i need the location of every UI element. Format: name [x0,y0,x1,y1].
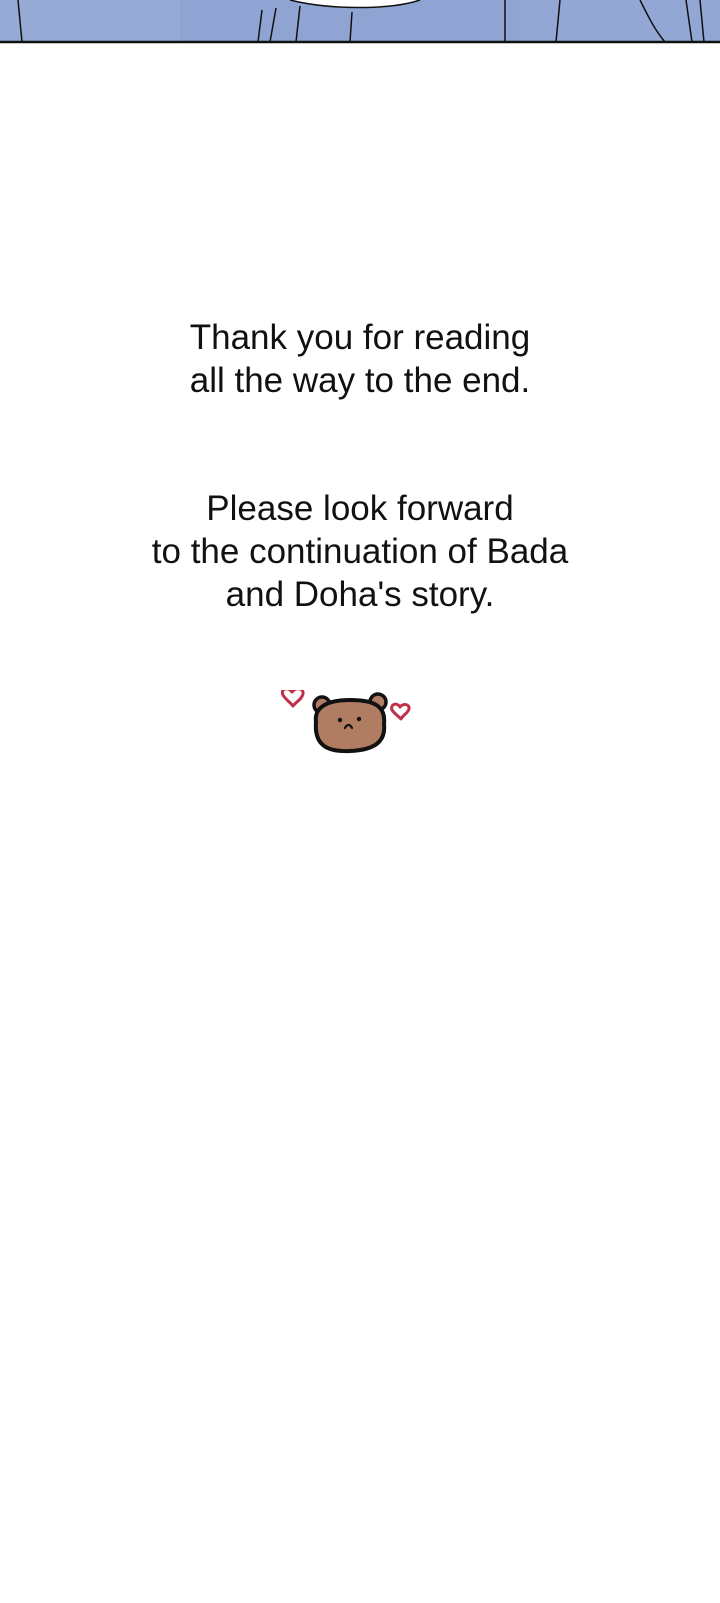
previous-panel-edge [0,0,720,44]
bear-icon [312,692,388,754]
thanks-line-1: Thank you for reading [189,318,531,357]
continuation-line-1: Please look forward [206,489,514,528]
continuation-message: Please look forward to the continuation … [0,487,720,616]
heart-icon [390,702,411,721]
thanks-line-2: all the way to the end. [189,361,531,400]
bear-with-hearts-icon [280,687,430,770]
continuation-line-3: and Doha's story. [225,575,495,614]
continuation-line-2: to the continuation of Bada [151,532,569,571]
heart-icon [280,687,305,708]
thanks-message: Thank you for reading all the way to the… [0,316,720,402]
panel-illustration [0,0,720,44]
